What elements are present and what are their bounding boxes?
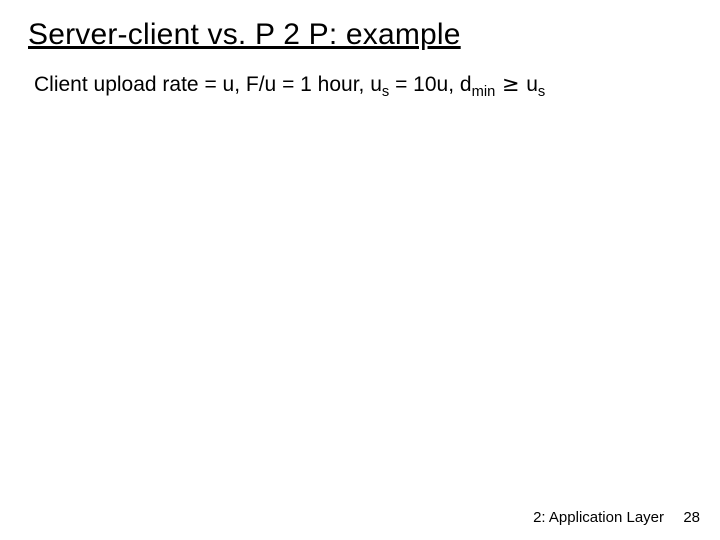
- text-mid1: = 10u, d: [389, 73, 471, 96]
- text-prefix: Client upload rate = u, F/u = 1 hour, u: [34, 73, 382, 96]
- geq-symbol: ≥: [495, 72, 526, 96]
- slide-title: Server-client vs. P 2 P: example: [28, 18, 461, 52]
- slide: Server-client vs. P 2 P: example Client …: [0, 0, 720, 540]
- text-u2: u: [526, 73, 538, 96]
- subscript-min: min: [472, 84, 496, 100]
- footer-page-number: 28: [683, 509, 700, 526]
- assumptions-line: Client upload rate = u, F/u = 1 hour, u s…: [34, 72, 545, 97]
- subscript-s-2: s: [538, 84, 545, 100]
- footer-chapter-label: 2: Application Layer: [533, 509, 664, 526]
